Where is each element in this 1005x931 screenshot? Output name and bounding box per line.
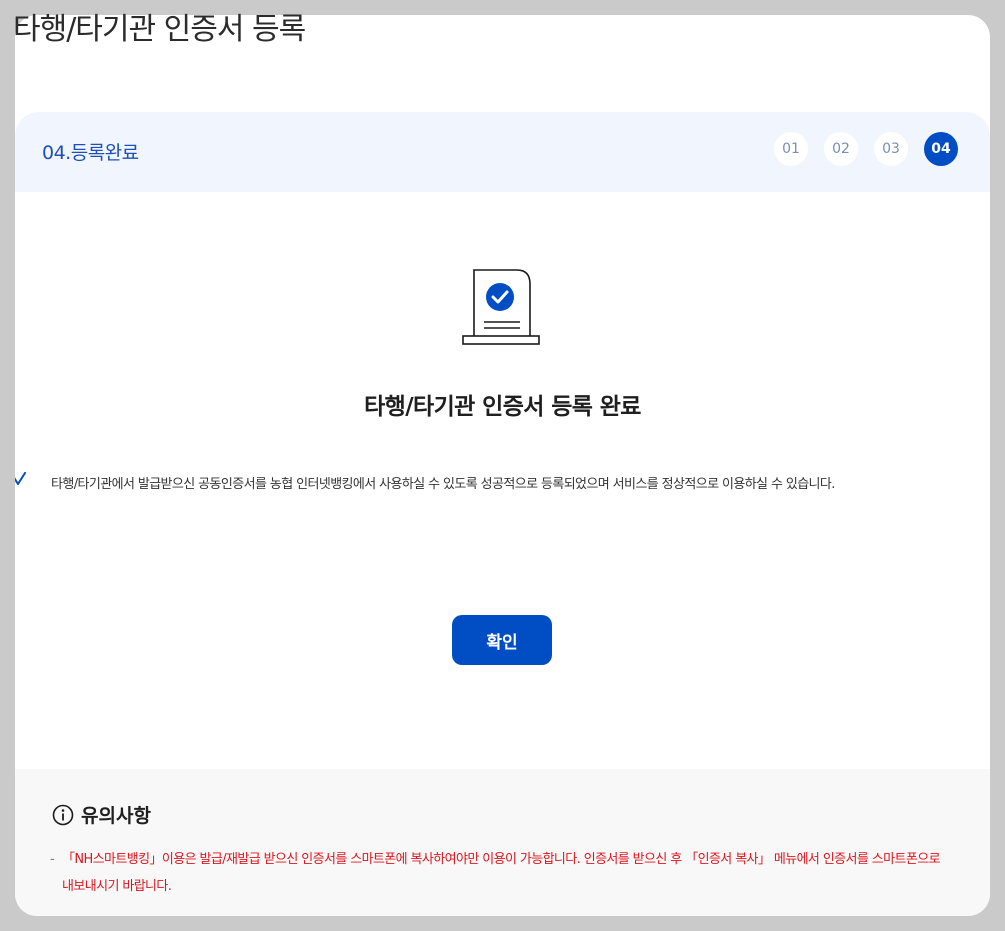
completion-title: 타행/타기관 인증서 등록 완료 [364,394,641,420]
notice-item-text: 「NH스마트뱅킹」이용은 발급/재발급 받으신 인증서를 스마트폰에 복사하여야… [62,852,941,894]
page-title: 타행/타기관 인증서 등록 [13,12,306,47]
current-step-label: 04.등록완료 [42,142,139,164]
step-list: 01 02 03 04 [774,132,958,166]
dialog-card: 04.등록완료 01 02 03 04 타행/타기관 인증서 등록 완료 타행/… [15,15,990,916]
notice-section: 유의사항 - 「NH스마트뱅킹」이용은 발급/재발급 받으신 인증서를 스마트폰… [15,769,990,916]
certificate-check-icon [462,269,540,345]
completion-message: 타행/타기관에서 발급받으신 공동인증서를 농협 인터넷뱅킹에서 사용하실 수 … [51,477,835,492]
notice-item: - 「NH스마트뱅킹」이용은 발급/재발급 받으신 인증서를 스마트폰에 복사하… [50,846,950,900]
notice-header: 유의사항 [52,801,151,828]
confirm-button[interactable]: 확인 [452,615,552,665]
step-02: 02 [824,132,858,166]
notice-title: 유의사항 [81,805,151,827]
info-icon [52,804,74,825]
step-04-active: 04 [924,132,958,166]
step-03: 03 [874,132,908,166]
notice-bullet: - [50,852,55,867]
step-01: 01 [774,132,808,166]
check-mark-icon [15,472,26,485]
step-indicator-bar: 04.등록완료 01 02 03 04 [15,112,990,192]
